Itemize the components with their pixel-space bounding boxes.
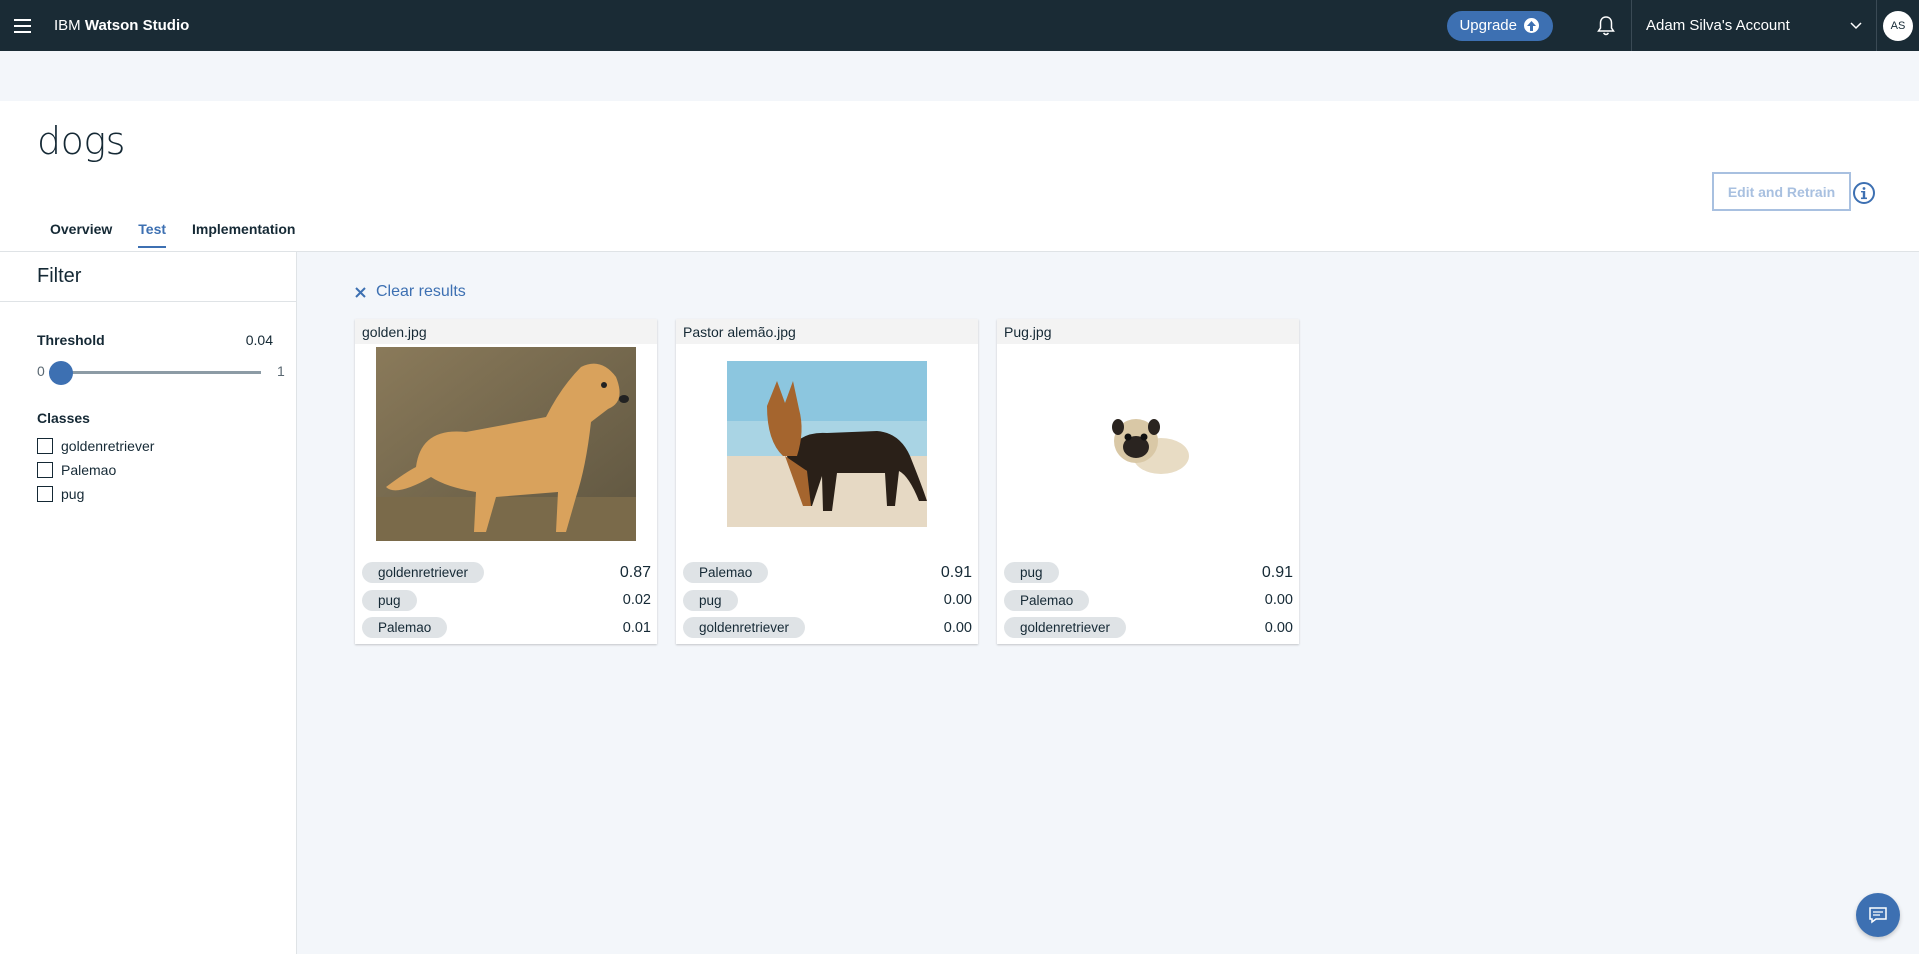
- class-pill: Palemao: [1004, 589, 1090, 611]
- class-label: Palemao: [61, 462, 117, 478]
- class-filter-palemao[interactable]: Palemao: [37, 458, 154, 482]
- card-results: goldenretriever 0.87 pug 0.02 Palemao 0.…: [362, 559, 651, 642]
- class-pill: pug: [362, 589, 417, 611]
- upgrade-button[interactable]: Upgrade: [1447, 10, 1553, 41]
- page-header: dogs Overview Test Implementation Edit a…: [0, 101, 1919, 252]
- bell-icon: [1597, 15, 1615, 35]
- filter-title: Filter: [0, 252, 296, 302]
- brand-name: Watson Studio: [84, 17, 190, 34]
- card-image-area: [997, 344, 1299, 544]
- account-label: Adam Silva's Account: [1646, 17, 1790, 34]
- clear-results-label: Clear results: [376, 283, 466, 300]
- confidence-score: 0.00: [1264, 619, 1293, 636]
- info-icon[interactable]: [1852, 181, 1876, 205]
- slider-thumb[interactable]: [49, 361, 73, 385]
- slider-min-label: 0: [37, 363, 45, 379]
- confidence-score: 0.00: [943, 619, 972, 636]
- pug-photo: [1106, 411, 1190, 477]
- upgrade-label: Upgrade: [1459, 17, 1517, 34]
- class-filter-goldenretriever[interactable]: goldenretriever: [37, 434, 154, 458]
- account-switcher[interactable]: Adam Silva's Account: [1631, 0, 1877, 51]
- confidence-score: 0.91: [940, 563, 972, 581]
- edit-and-retrain-button[interactable]: Edit and Retrain: [1712, 172, 1851, 211]
- threshold-label: Threshold: [37, 332, 105, 348]
- card-results: pug 0.91 Palemao 0.00 goldenretriever 0.…: [1004, 559, 1293, 642]
- brand-title[interactable]: IBM Watson Studio: [54, 17, 189, 34]
- checkbox[interactable]: [37, 486, 53, 502]
- filter-sidebar: Filter Threshold 0.04 0 1 Classes golden…: [0, 252, 297, 954]
- tab-implementation[interactable]: Implementation: [179, 221, 308, 248]
- classes-title: Classes: [37, 410, 90, 426]
- golden-retriever-photo: [376, 347, 636, 541]
- result-row: goldenretriever 0.00: [1004, 614, 1293, 642]
- page-title: dogs: [37, 119, 125, 163]
- threshold-row: Threshold 0.04: [37, 332, 273, 348]
- result-row: pug 0.91: [1004, 559, 1293, 587]
- chat-button[interactable]: [1856, 893, 1900, 937]
- top-navigation-bar: IBM Watson Studio Upgrade Adam Silva's A…: [0, 0, 1919, 51]
- tab-overview[interactable]: Overview: [37, 221, 125, 248]
- result-row: goldenretriever 0.00: [683, 614, 972, 642]
- hamburger-icon: [13, 17, 31, 35]
- arrow-up-icon: [1524, 18, 1539, 33]
- result-row: pug 0.02: [362, 587, 651, 615]
- confidence-score: 0.91: [1261, 563, 1293, 581]
- confidence-score: 0.02: [622, 592, 651, 609]
- confidence-score: 0.00: [1264, 592, 1293, 609]
- threshold-slider: 0 1: [37, 360, 287, 385]
- avatar[interactable]: AS: [1883, 10, 1913, 41]
- checkbox[interactable]: [37, 462, 53, 478]
- class-pill: goldenretriever: [683, 617, 806, 639]
- class-list: goldenretriever Palemao pug: [37, 434, 154, 506]
- result-row: pug 0.00: [683, 587, 972, 615]
- class-pill: Palemao: [362, 617, 448, 639]
- notifications-button[interactable]: [1581, 0, 1631, 51]
- chat-icon: [1869, 907, 1887, 924]
- card-filename: golden.jpg: [355, 319, 657, 344]
- result-cards: golden.jpg goldenretriever 0.87 pug 0.02: [355, 319, 1299, 644]
- confidence-score: 0.01: [622, 619, 651, 636]
- card-image-area: [355, 344, 657, 544]
- result-card[interactable]: Pug.jpg pug 0.91 Palemao 0.00 goldenretr…: [997, 319, 1299, 644]
- card-filename: Pug.jpg: [997, 319, 1299, 344]
- result-row: Palemao 0.01: [362, 614, 651, 642]
- clear-results-button[interactable]: Clear results: [355, 283, 466, 301]
- class-pill: Palemao: [683, 562, 769, 584]
- result-row: Palemao 0.91: [683, 559, 972, 587]
- class-pill: goldenretriever: [362, 562, 485, 584]
- threshold-value: 0.04: [245, 332, 273, 348]
- chevron-down-icon: [1850, 21, 1862, 29]
- checkbox[interactable]: [37, 438, 53, 454]
- result-card[interactable]: Pastor alemão.jpg Palemao 0.91 pug 0.00 …: [676, 319, 978, 644]
- close-icon: [355, 286, 366, 298]
- hamburger-menu-button[interactable]: [0, 0, 44, 51]
- slider-max-label: 1: [277, 363, 285, 379]
- result-row: Palemao 0.00: [1004, 587, 1293, 615]
- topbar-actions: Upgrade Adam Silva's Account AS: [1447, 0, 1919, 51]
- confidence-score: 0.00: [943, 592, 972, 609]
- class-pill: pug: [683, 589, 738, 611]
- tab-bar: Overview Test Implementation: [37, 221, 308, 248]
- card-results: Palemao 0.91 pug 0.00 goldenretriever 0.…: [683, 559, 972, 642]
- class-label: pug: [61, 486, 85, 502]
- class-label: goldenretriever: [61, 438, 155, 454]
- class-pill: pug: [1004, 562, 1059, 584]
- brand-prefix: IBM: [54, 17, 81, 34]
- card-filename: Pastor alemão.jpg: [676, 319, 978, 344]
- result-row: goldenretriever 0.87: [362, 559, 651, 587]
- result-card[interactable]: golden.jpg goldenretriever 0.87 pug 0.02: [355, 319, 657, 644]
- avatar-container: AS: [1877, 0, 1919, 51]
- german-shepherd-photo: [727, 361, 927, 527]
- class-filter-pug[interactable]: pug: [37, 482, 154, 506]
- confidence-score: 0.87: [619, 563, 651, 581]
- card-image-area: [676, 344, 978, 544]
- tab-test[interactable]: Test: [125, 221, 179, 248]
- slider-track[interactable]: [49, 371, 261, 374]
- class-pill: goldenretriever: [1004, 617, 1127, 639]
